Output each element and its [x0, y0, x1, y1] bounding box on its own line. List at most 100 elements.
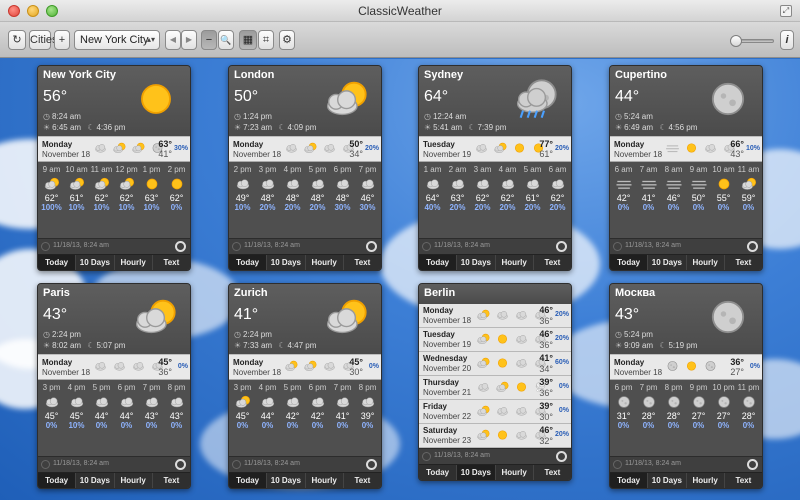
high-temp: 39° — [539, 377, 553, 387]
tab-10-days[interactable]: 10 Days — [267, 255, 306, 270]
tab-text[interactable]: Text — [534, 465, 571, 480]
tab-text[interactable]: Text — [534, 255, 571, 270]
city-select[interactable]: New York City ▴▾ — [74, 30, 160, 50]
fullscreen-icon[interactable]: ⤢ — [780, 5, 792, 17]
tab-hourly[interactable]: Hourly — [687, 255, 725, 270]
tab-today[interactable]: Today — [610, 473, 649, 488]
tab-today[interactable]: Today — [419, 465, 458, 480]
refresh-icon[interactable] — [613, 242, 622, 251]
low-temp: 36° — [539, 388, 553, 398]
hour-column: 7 am 41° 0% — [636, 162, 661, 238]
info-button[interactable]: i — [780, 30, 794, 50]
loading-indicator-icon[interactable] — [175, 459, 186, 470]
tab-today[interactable]: Today — [229, 473, 268, 488]
tab-text[interactable]: Text — [344, 473, 381, 488]
loading-indicator-icon[interactable] — [747, 459, 758, 470]
widget-tabs: Today 10 Days Hourly Text — [610, 254, 762, 270]
tab-hourly[interactable]: Hourly — [687, 473, 725, 488]
loading-indicator-icon[interactable] — [366, 241, 377, 252]
refresh-icon[interactable] — [613, 460, 622, 469]
refresh-icon[interactable] — [422, 242, 431, 251]
tab-today[interactable]: Today — [38, 473, 77, 488]
hour-precip: 30% — [334, 203, 351, 212]
loading-indicator-icon[interactable] — [556, 451, 567, 462]
loading-indicator-icon[interactable] — [747, 241, 758, 252]
tab-10-days[interactable]: 10 Days — [457, 465, 496, 480]
sunrise-time: 7:23 am — [243, 123, 273, 132]
fog-icon — [614, 176, 634, 192]
tab-10-days[interactable]: 10 Days — [457, 255, 496, 270]
weather-widget[interactable]: Cupertino 44° ◷ 5:24 am ☀ 6:49 am ☾ 4:56 pm… — [609, 65, 763, 271]
loading-indicator-icon[interactable] — [175, 241, 186, 252]
fog-icon — [639, 176, 659, 192]
sun-icon — [128, 74, 184, 124]
refresh-icon[interactable] — [232, 242, 241, 251]
city-name: New York City — [43, 69, 116, 81]
tab-10-days[interactable]: 10 Days — [648, 473, 687, 488]
grid-view-button[interactable]: ▦ — [239, 30, 257, 50]
hour-time: 6 pm — [333, 165, 352, 174]
refresh-icon[interactable] — [41, 242, 50, 251]
refresh-button[interactable]: ↻ — [8, 30, 26, 50]
weather-widget[interactable]: Berlin Monday November 18 46° 36° 20% Tu… — [418, 283, 572, 481]
tab-text[interactable]: Text — [153, 473, 190, 488]
tab-today[interactable]: Today — [610, 255, 649, 270]
hour-time: 4 pm — [67, 383, 86, 392]
settings-button[interactable]: ⚙ — [279, 30, 295, 50]
forward-button[interactable]: ▶ — [181, 30, 197, 50]
tab-hourly[interactable]: Hourly — [115, 473, 153, 488]
city-name: Cupertino — [615, 69, 667, 81]
weather-widget[interactable]: Paris 43° ◷ 2:24 pm ☀ 8:02 am ☾ 5:07 pm Mon… — [37, 283, 191, 489]
tab-today[interactable]: Today — [229, 255, 268, 270]
tab-hourly[interactable]: Hourly — [496, 255, 534, 270]
widget-header: London 50° ◷ 1:24 pm ☀ 7:23 am ☾ 4:09 pm — [229, 66, 381, 136]
tab-10-days[interactable]: 10 Days — [76, 255, 115, 270]
map-view-button[interactable]: ⌗ — [258, 30, 274, 50]
cloud-icon — [283, 176, 303, 192]
tab-10-days[interactable]: 10 Days — [76, 473, 115, 488]
hour-time: 4 pm — [258, 383, 277, 392]
weather-widget[interactable]: New York City 56° ◷ 8:24 am ☀ 6:45 am ☾ 4:3… — [37, 65, 191, 271]
add-city-button[interactable]: + — [54, 30, 70, 50]
refresh-icon[interactable] — [232, 460, 241, 469]
low-temp: 27° — [730, 367, 744, 377]
zoom-out-button[interactable]: − — [201, 30, 217, 50]
cities-button[interactable]: Cities — [29, 30, 58, 50]
tab-text[interactable]: Text — [153, 255, 190, 270]
list-item: Tuesday November 19 46° 36° 20% — [419, 328, 571, 352]
tab-today[interactable]: Today — [419, 255, 458, 270]
tab-hourly[interactable]: Hourly — [115, 255, 153, 270]
tab-hourly[interactable]: Hourly — [306, 255, 344, 270]
weather-widget[interactable]: Zurich 41° ◷ 2:24 pm ☀ 7:33 am ☾ 4:47 pm Mo… — [228, 283, 382, 489]
hour-time: 9 pm — [689, 383, 708, 392]
weather-widget[interactable]: Sydney 64° ◷ 12:24 am ☀ 5:41 am ☾ 7:39 pm T… — [418, 65, 572, 271]
current-temp: 64° — [424, 88, 449, 105]
day-date: November 21 — [423, 388, 472, 397]
hour-time: 4 am — [498, 165, 517, 174]
precip-chance: 20% — [554, 335, 569, 342]
refresh-icon[interactable] — [41, 460, 50, 469]
tab-hourly[interactable]: Hourly — [496, 465, 534, 480]
loading-indicator-icon[interactable] — [366, 459, 377, 470]
loading-indicator-icon[interactable] — [556, 241, 567, 252]
refresh-icon[interactable] — [422, 452, 431, 461]
tab-text[interactable]: Text — [344, 255, 381, 270]
weather-widget[interactable]: London 50° ◷ 1:24 pm ☀ 7:23 am ☾ 4:09 pm Mo… — [228, 65, 382, 271]
tab-10-days[interactable]: 10 Days — [267, 473, 306, 488]
tab-today[interactable]: Today — [38, 255, 77, 270]
hour-precip: 0% — [311, 421, 324, 430]
local-time: 2:24 pm — [51, 330, 81, 339]
tab-text[interactable]: Text — [725, 255, 762, 270]
size-slider-knob[interactable] — [730, 35, 742, 47]
zoom-in-button[interactable]: 🔍 — [218, 30, 234, 50]
tab-text[interactable]: Text — [725, 473, 762, 488]
status-bar: 11/18/13, 8:24 am — [419, 448, 571, 464]
back-button[interactable]: ◀ — [165, 30, 181, 50]
sunset-time: 4:47 pm — [287, 341, 317, 350]
day-date: November 23 — [423, 436, 472, 445]
tab-10-days[interactable]: 10 Days — [648, 255, 687, 270]
sunrise-time: 5:41 am — [433, 123, 463, 132]
tab-hourly[interactable]: Hourly — [306, 473, 344, 488]
size-slider[interactable] — [730, 35, 774, 47]
weather-widget[interactable]: Москва 43° ◷ 5:24 pm ☀ 9:09 am ☾ 5:19 pm Mo… — [609, 283, 763, 489]
